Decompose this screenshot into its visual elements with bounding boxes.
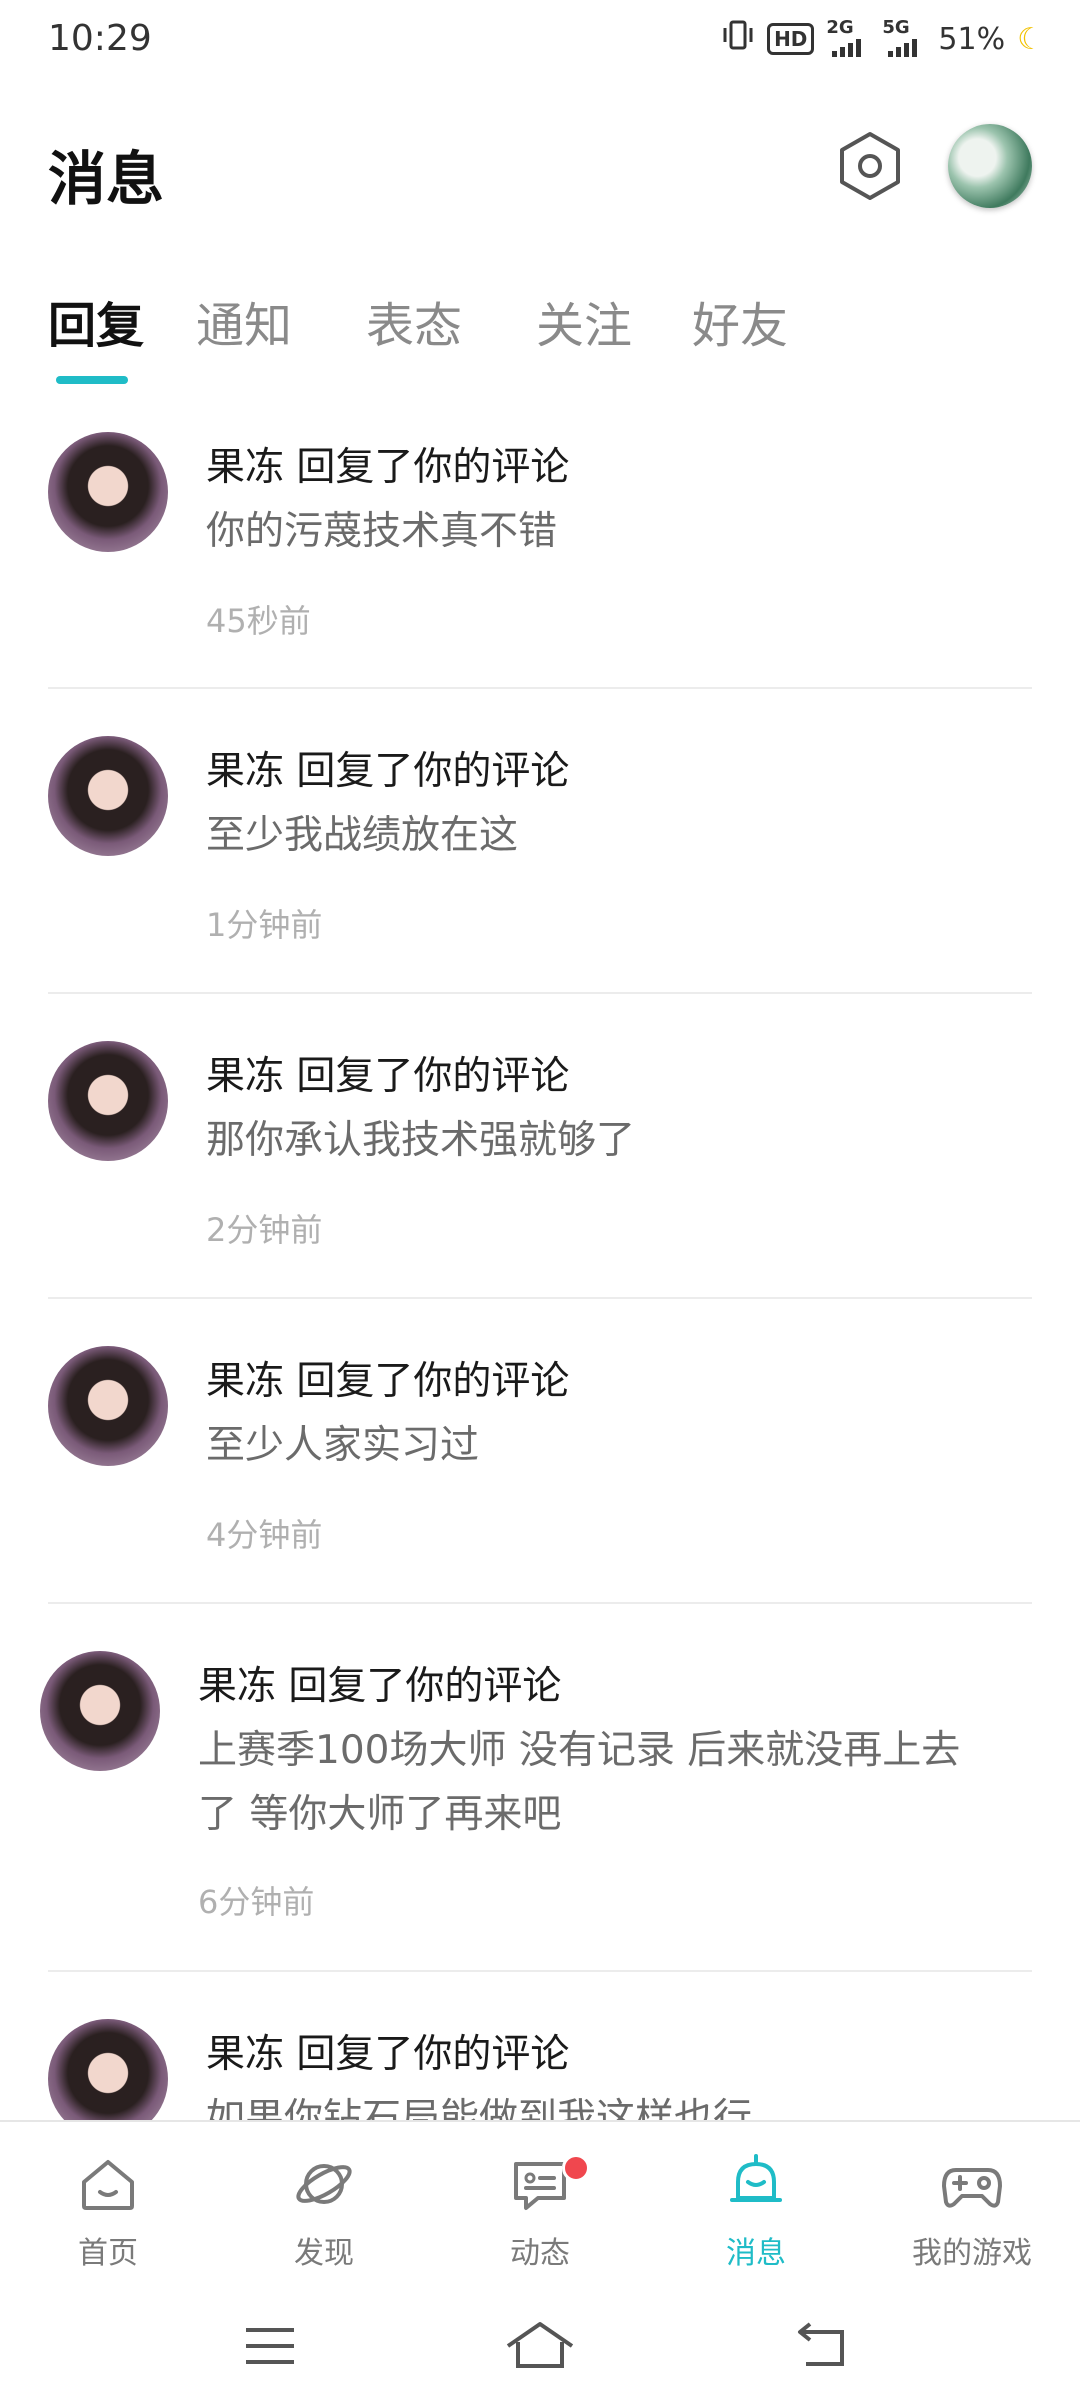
bell-icon (730, 2154, 782, 2202)
tab-reaction[interactable]: 表态 (366, 286, 462, 356)
home-icon (82, 2160, 134, 2210)
planet-icon (296, 2164, 352, 2204)
status-bar: 10:29 HD 2G 5G 51% ☾ (0, 0, 1080, 80)
message-title: 果冻 回复了你的评论 (206, 1359, 570, 1404)
message-time: 4分钟前 (206, 1516, 323, 1554)
message-content: 那你承认我技术强就够了 (206, 1118, 636, 1163)
signal-2g-icon: 2G (826, 17, 870, 57)
message-tabs: 回复 通知 表态 关注 好友 (0, 286, 1080, 386)
nav-discover[interactable]: 发现 (216, 2122, 432, 2284)
tab-reply[interactable]: 回复 (48, 286, 144, 356)
avatar[interactable] (48, 736, 168, 856)
divider (48, 1970, 1032, 1972)
message-content: 至少人家实习过 (206, 1423, 480, 1468)
avatar[interactable] (48, 1041, 168, 1161)
list-item[interactable]: 果冻 回复了你的评论 上赛季100场大师 没有记录 后来就没再上去 了 等你大师… (0, 1619, 1080, 1969)
nav-home[interactable]: 首页 (0, 2122, 216, 2284)
tab-friends[interactable]: 好友 (692, 286, 788, 356)
status-icons: HD 2G 5G 51% ☾ (721, 17, 1044, 60)
avatar[interactable] (40, 1651, 160, 1771)
divider (48, 1602, 1032, 1604)
vibrate-icon (721, 18, 755, 60)
avatar[interactable] (48, 432, 168, 552)
tab-indicator (56, 376, 128, 384)
divider (48, 687, 1032, 689)
nav-messages-label: 消息 (726, 2236, 786, 2271)
nav-messages[interactable]: 消息 (648, 2122, 864, 2284)
status-time: 10:29 (48, 18, 152, 59)
nav-feed-label: 动态 (510, 2236, 570, 2271)
moon-icon: ☾ (1017, 21, 1044, 57)
system-nav-bar (0, 2284, 1080, 2408)
settings-hexagon-icon (840, 132, 900, 200)
avatar[interactable] (48, 1346, 168, 1466)
menu-icon[interactable] (242, 2318, 298, 2374)
bottom-nav: 首页 发现 动态 消息 我的游戏 (0, 2120, 1080, 2284)
user-avatar[interactable] (948, 124, 1032, 208)
nav-discover-label: 发现 (294, 2236, 354, 2271)
message-time: 1分钟前 (206, 906, 323, 944)
home-system-icon[interactable] (504, 2318, 576, 2374)
list-item[interactable]: 果冻 回复了你的评论 你的污蔑技术真不错 45秒前 (0, 400, 1080, 688)
message-content: 你的污蔑技术真不错 (206, 509, 558, 554)
back-icon[interactable] (796, 2318, 852, 2374)
message-content: 至少我战绩放在这 (206, 813, 519, 858)
nav-feed[interactable]: 动态 (432, 2122, 648, 2284)
tab-follow[interactable]: 关注 (536, 286, 632, 356)
message-title: 果冻 回复了你的评论 (206, 749, 570, 794)
settings-button[interactable] (832, 128, 908, 204)
message-list: 果冻 回复了你的评论 你的污蔑技术真不错 45秒前 果冻 回复了你的评论 至少我… (0, 400, 1080, 2120)
message-title: 果冻 回复了你的评论 (206, 1054, 570, 1099)
message-time: 45秒前 (206, 602, 311, 640)
divider (48, 992, 1032, 994)
list-item[interactable]: 果冻 回复了你的评论 至少人家实习过 4分钟前 (0, 1314, 1080, 1602)
hd-badge: HD (767, 23, 815, 55)
message-title: 果冻 回复了你的评论 (206, 445, 570, 490)
battery-text: 51% (938, 21, 1006, 57)
nav-my-games-label: 我的游戏 (912, 2236, 1032, 2271)
avatar[interactable] (48, 2019, 168, 2120)
message-title: 果冻 回复了你的评论 (198, 1664, 562, 1709)
list-item[interactable]: 果冻 回复了你的评论 那你承认我技术强就够了 2分钟前 (0, 1009, 1080, 1297)
list-item[interactable]: 果冻 回复了你的评论 如果你钻石局能做到我这样也行 (0, 1987, 1080, 2120)
notification-dot (562, 2154, 590, 2182)
divider (48, 1297, 1032, 1299)
nav-home-label: 首页 (78, 2236, 138, 2271)
page-title: 消息 (48, 145, 165, 213)
message-time: 2分钟前 (206, 1211, 323, 1249)
message-title: 果冻 回复了你的评论 (206, 2032, 570, 2077)
signal-5g-icon: 5G (882, 17, 926, 57)
message-content-line2: 了 等你大师了再来吧 (198, 1792, 562, 1837)
gamepad-icon (942, 2168, 1002, 2208)
tab-notice[interactable]: 通知 (196, 286, 292, 356)
message-content-line1: 上赛季100场大师 没有记录 后来就没再上去 (198, 1728, 961, 1773)
message-content: 如果你钻石局能做到我这样也行 (206, 2096, 753, 2120)
nav-my-games[interactable]: 我的游戏 (864, 2122, 1080, 2284)
list-item[interactable]: 果冻 回复了你的评论 至少我战绩放在这 1分钟前 (0, 704, 1080, 992)
message-time: 6分钟前 (198, 1883, 315, 1921)
